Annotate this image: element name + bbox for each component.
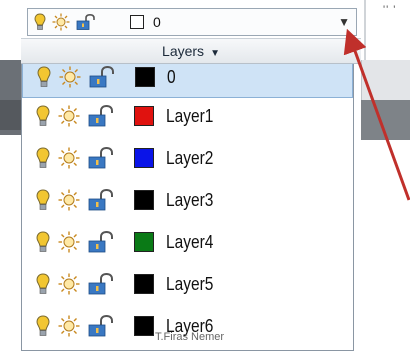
layer-color-swatch[interactable] xyxy=(134,274,154,294)
sun-thaw-icon[interactable] xyxy=(58,189,80,211)
layer-row[interactable]: Layer4 xyxy=(22,221,353,263)
panel-expand-icon[interactable]: ▼ xyxy=(210,48,220,59)
layer-color-swatch[interactable] xyxy=(134,316,154,336)
lightbulb-on-icon[interactable] xyxy=(36,105,50,127)
layer-state-icons xyxy=(36,147,114,169)
lightbulb-on-icon[interactable] xyxy=(36,189,50,211)
layer-name: Layer3 xyxy=(166,189,214,210)
combo-layer-state-icons xyxy=(34,13,96,31)
unlock-icon[interactable] xyxy=(89,66,115,88)
layer-name: Layer2 xyxy=(166,147,214,168)
sun-thaw-icon[interactable] xyxy=(52,13,70,31)
sun-thaw-icon[interactable] xyxy=(58,105,80,127)
lightbulb-on-icon[interactable] xyxy=(36,147,50,169)
combo-color-swatch xyxy=(130,15,144,29)
layer-color-swatch[interactable] xyxy=(134,106,154,126)
layers-panel-label: Layers xyxy=(162,43,205,59)
layer-row[interactable]: Layer2 xyxy=(22,137,353,179)
layer-state-icons xyxy=(36,105,114,127)
lightbulb-on-icon[interactable] xyxy=(36,273,50,295)
layer-color-swatch[interactable] xyxy=(134,190,154,210)
sun-thaw-icon[interactable] xyxy=(58,273,80,295)
layer-name: Layer1 xyxy=(166,105,214,126)
layers-panel-title[interactable]: Layers ▼ xyxy=(21,38,361,64)
sun-thaw-icon[interactable] xyxy=(58,231,80,253)
ribbon-background-left-dark xyxy=(0,100,21,130)
lightbulb-on-icon[interactable] xyxy=(36,315,50,337)
layer-state-icons xyxy=(36,189,114,211)
layer-row[interactable]: Layer3 xyxy=(22,179,353,221)
watermark: T.Firas Nemer xyxy=(155,331,225,343)
sun-thaw-icon[interactable] xyxy=(58,315,80,337)
unlock-icon[interactable] xyxy=(76,14,96,30)
lightbulb-on-icon[interactable] xyxy=(37,66,51,88)
layer-color-swatch[interactable] xyxy=(134,148,154,168)
layer-state-icons xyxy=(37,66,115,88)
layer-row[interactable]: 0 xyxy=(22,64,353,98)
lightbulb-on-icon[interactable] xyxy=(36,231,50,253)
layer-name: Layer4 xyxy=(166,231,214,252)
ribbon-background-right-dark xyxy=(361,100,410,140)
layer-state-icons xyxy=(36,231,114,253)
layer-row[interactable]: Layer5 xyxy=(22,263,353,305)
layer-combo-box[interactable]: 0 ▼ xyxy=(27,8,357,36)
top-right-marks: '' ' xyxy=(383,4,397,16)
unlock-icon[interactable] xyxy=(88,231,114,253)
unlock-icon[interactable] xyxy=(88,105,114,127)
layer-dropdown-list: 0 Layer1 Layer2 Layer3 Layer4 Layer5 Lay… xyxy=(21,64,354,351)
unlock-icon[interactable] xyxy=(88,189,114,211)
layer-color-swatch[interactable] xyxy=(134,232,154,252)
panel-separator xyxy=(364,0,366,60)
layer-state-icons xyxy=(36,273,114,295)
layer-state-icons xyxy=(36,315,114,337)
unlock-icon[interactable] xyxy=(88,147,114,169)
chevron-down-icon[interactable]: ▼ xyxy=(338,15,350,29)
sun-thaw-icon[interactable] xyxy=(58,147,80,169)
unlock-icon[interactable] xyxy=(88,315,114,337)
unlock-icon[interactable] xyxy=(88,273,114,295)
lightbulb-on-icon[interactable] xyxy=(34,13,46,31)
layer-row[interactable]: Layer1 xyxy=(22,95,353,137)
combo-current-layer-name: 0 xyxy=(153,14,161,30)
sun-thaw-icon[interactable] xyxy=(59,66,81,88)
layer-name: Layer5 xyxy=(166,273,214,294)
layer-name: 0 xyxy=(167,66,176,87)
layer-color-swatch[interactable] xyxy=(135,67,155,87)
